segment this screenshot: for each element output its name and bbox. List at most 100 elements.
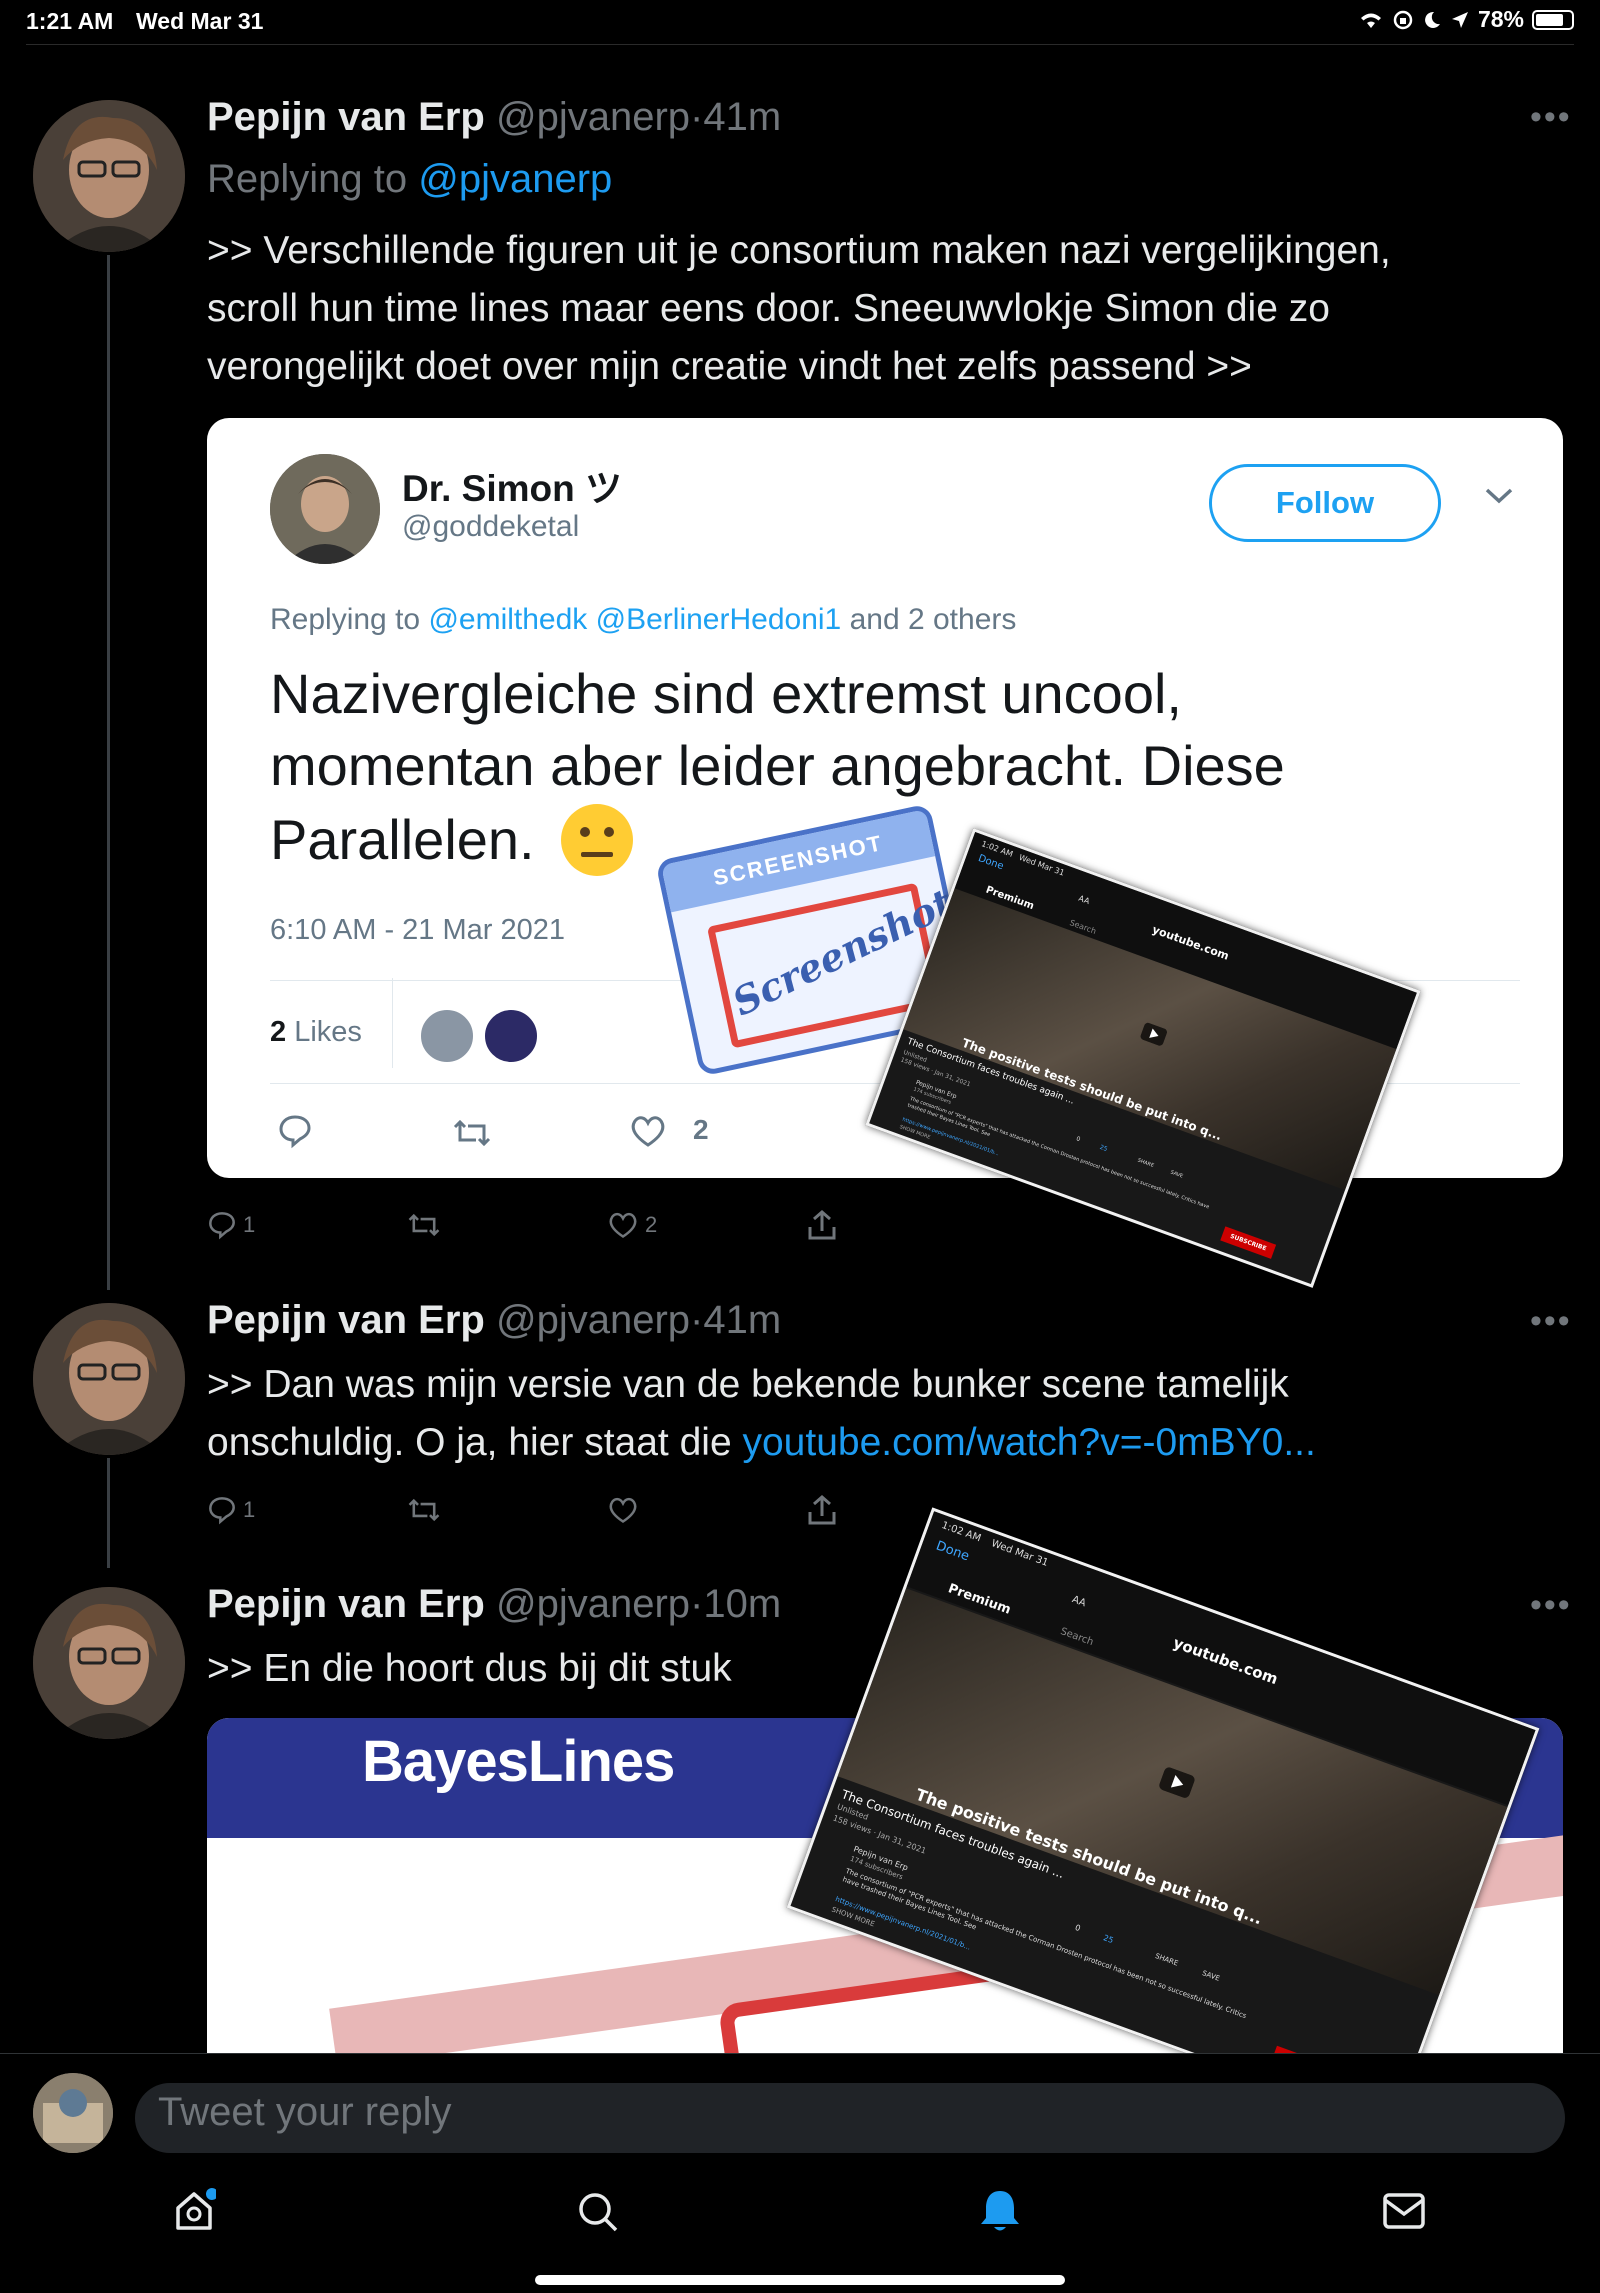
embedded-like-count: 2 (693, 1114, 709, 1145)
tweet-time[interactable]: 41m (703, 1298, 781, 1342)
battery-icon (1532, 9, 1574, 30)
embedded-author-name: Dr. Simon ツ (402, 468, 622, 509)
retweet-icon (453, 1119, 491, 1147)
share-button[interactable] (807, 1494, 837, 1526)
divider (392, 978, 393, 1068)
reply-icon (279, 1115, 311, 1149)
yt-share: SHARE (1136, 1157, 1155, 1169)
tweet-header: Pepijn van Erp @pjvanerp·41m (207, 95, 781, 140)
tweet-text: >> Verschillende figuren uit je consorti… (207, 222, 1577, 396)
avatar[interactable] (33, 100, 185, 252)
embedded-mention: @BerlinerHedoni1 (595, 603, 842, 636)
status-right: 78% (1358, 6, 1574, 33)
like-icon (631, 1116, 665, 1147)
thread-line (107, 255, 110, 1290)
retweet-button[interactable] (407, 1497, 441, 1523)
share-icon (808, 1495, 836, 1525)
tweet-text: >> En die hoort dus bij dit stuk (207, 1647, 732, 1690)
embedded-avatar (270, 454, 380, 564)
tweet-line: onschuldig. O ja, hier staat die (207, 1421, 732, 1464)
separator-dot: · (690, 1298, 704, 1342)
yt-likes: 0 (1075, 1135, 1082, 1144)
likes-count: 2 (270, 1016, 287, 1048)
reply-count: 1 (243, 1497, 256, 1522)
more-icon[interactable]: ••• (1530, 1586, 1572, 1625)
embedded-mention: @emilthedk (428, 603, 588, 636)
youtube-link[interactable]: youtube.com/watch?v=-0mBY0... (742, 1421, 1315, 1464)
like-count: 2 (645, 1212, 658, 1237)
author-name[interactable]: Pepijn van Erp (207, 1298, 485, 1342)
separator-dot: · (690, 1582, 704, 1626)
reply-button[interactable]: 1 (207, 1495, 255, 1525)
liker-avatar (419, 1008, 475, 1064)
search-icon (579, 2193, 618, 2232)
tweet-line: >> Dan was mijn versie van de bekende bu… (207, 1363, 1289, 1406)
replying-to-link[interactable]: @pjvanerp (418, 157, 612, 201)
retweet-icon (408, 1498, 440, 1522)
author-name[interactable]: Pepijn van Erp (207, 95, 485, 139)
tweet-time[interactable]: 10m (703, 1582, 781, 1626)
embedded-text-line: Parallelen. (270, 808, 535, 871)
author-handle: @pjvanerp (495, 1298, 691, 1342)
liker-avatar (483, 1008, 539, 1064)
tweet-line: verongelijkt doet over mijn creatie vind… (207, 345, 1252, 388)
battery-percent: 78% (1477, 6, 1524, 32)
like-button[interactable] (607, 1496, 639, 1524)
likes-label: Likes (294, 1016, 362, 1048)
yt-save: SAVE (1169, 1169, 1184, 1180)
home-tab[interactable] (172, 2188, 218, 2237)
embedded-author-handle: @goddeketal (402, 510, 580, 543)
embedded-likes: 2 Likes (270, 1016, 362, 1049)
home-icon (176, 2188, 218, 2230)
avatar[interactable] (33, 1303, 185, 1455)
tweet-time[interactable]: 41m (703, 95, 781, 139)
tweet-actions: 1 2 (207, 1205, 857, 1245)
yt-subscribe: SUBSCRIBE (1220, 1226, 1277, 1259)
tweet-line: >> Verschillende figuren uit je consorti… (207, 229, 1391, 272)
share-button[interactable] (807, 1209, 837, 1241)
author-handle: @pjvanerp (495, 95, 691, 139)
like-button[interactable]: 2 (607, 1211, 657, 1239)
replying-to: Replying to @pjvanerp (207, 157, 612, 202)
tweet-line: scroll hun time lines maar eens door. Sn… (207, 287, 1330, 330)
retweet-icon (408, 1213, 440, 1237)
divider (0, 2053, 1600, 2054)
yt-dislikes: 25 (1102, 1933, 1115, 1946)
tweet-actions: 1 (207, 1490, 857, 1530)
replying-prefix: Replying to (207, 157, 408, 201)
embedded-timestamp: 6:10 AM - 21 Mar 2021 (270, 914, 565, 946)
more-icon[interactable]: ••• (1530, 1302, 1572, 1341)
reply-button[interactable]: 1 (207, 1210, 255, 1240)
tweet-header: Pepijn van Erp @pjvanerp·41m (207, 1298, 781, 1343)
status-date: Wed Mar 31 (136, 8, 264, 34)
reply-count: 1 (243, 1212, 256, 1237)
chevron-down-icon (1485, 488, 1513, 504)
tweet-text: >> Dan was mijn versie van de bekende bu… (207, 1356, 1577, 1472)
location-arrow-icon (1451, 11, 1468, 28)
status-time: 1:21 AM (26, 8, 114, 34)
orientation-lock-icon (1393, 10, 1413, 29)
moon-icon (1425, 11, 1440, 28)
more-icon[interactable]: ••• (1530, 98, 1572, 137)
thread-line (107, 1458, 110, 1568)
embedded-replying-to: Replying to @emilthedk @BerlinerHedoni1 … (270, 603, 1016, 637)
avatar[interactable] (33, 1587, 185, 1739)
notifications-icon (981, 2191, 1019, 2231)
follow-button: Follow (1209, 464, 1441, 542)
author-name[interactable]: Pepijn van Erp (207, 1582, 485, 1626)
embedded-replying-prefix: Replying to (270, 603, 421, 636)
embedded-text-line: Nazivergleiche sind extremst uncool, (270, 662, 1182, 725)
retweet-button[interactable] (407, 1212, 441, 1238)
notifications-tab[interactable] (978, 2188, 1022, 2239)
wifi-icon (1360, 13, 1381, 28)
embedded-replying-suffix: and 2 others (849, 603, 1017, 636)
separator-dot: · (690, 95, 704, 139)
divider (26, 44, 1574, 45)
embedded-text-line: momentan aber leider angebracht. Diese (270, 734, 1285, 797)
search-tab[interactable] (576, 2190, 620, 2239)
tweet-header: Pepijn van Erp @pjvanerp·10m (207, 1582, 781, 1627)
messages-tab[interactable] (1382, 2192, 1426, 2235)
share-icon (808, 1210, 836, 1240)
author-handle: @pjvanerp (495, 1582, 691, 1626)
reply-icon (209, 1497, 235, 1525)
